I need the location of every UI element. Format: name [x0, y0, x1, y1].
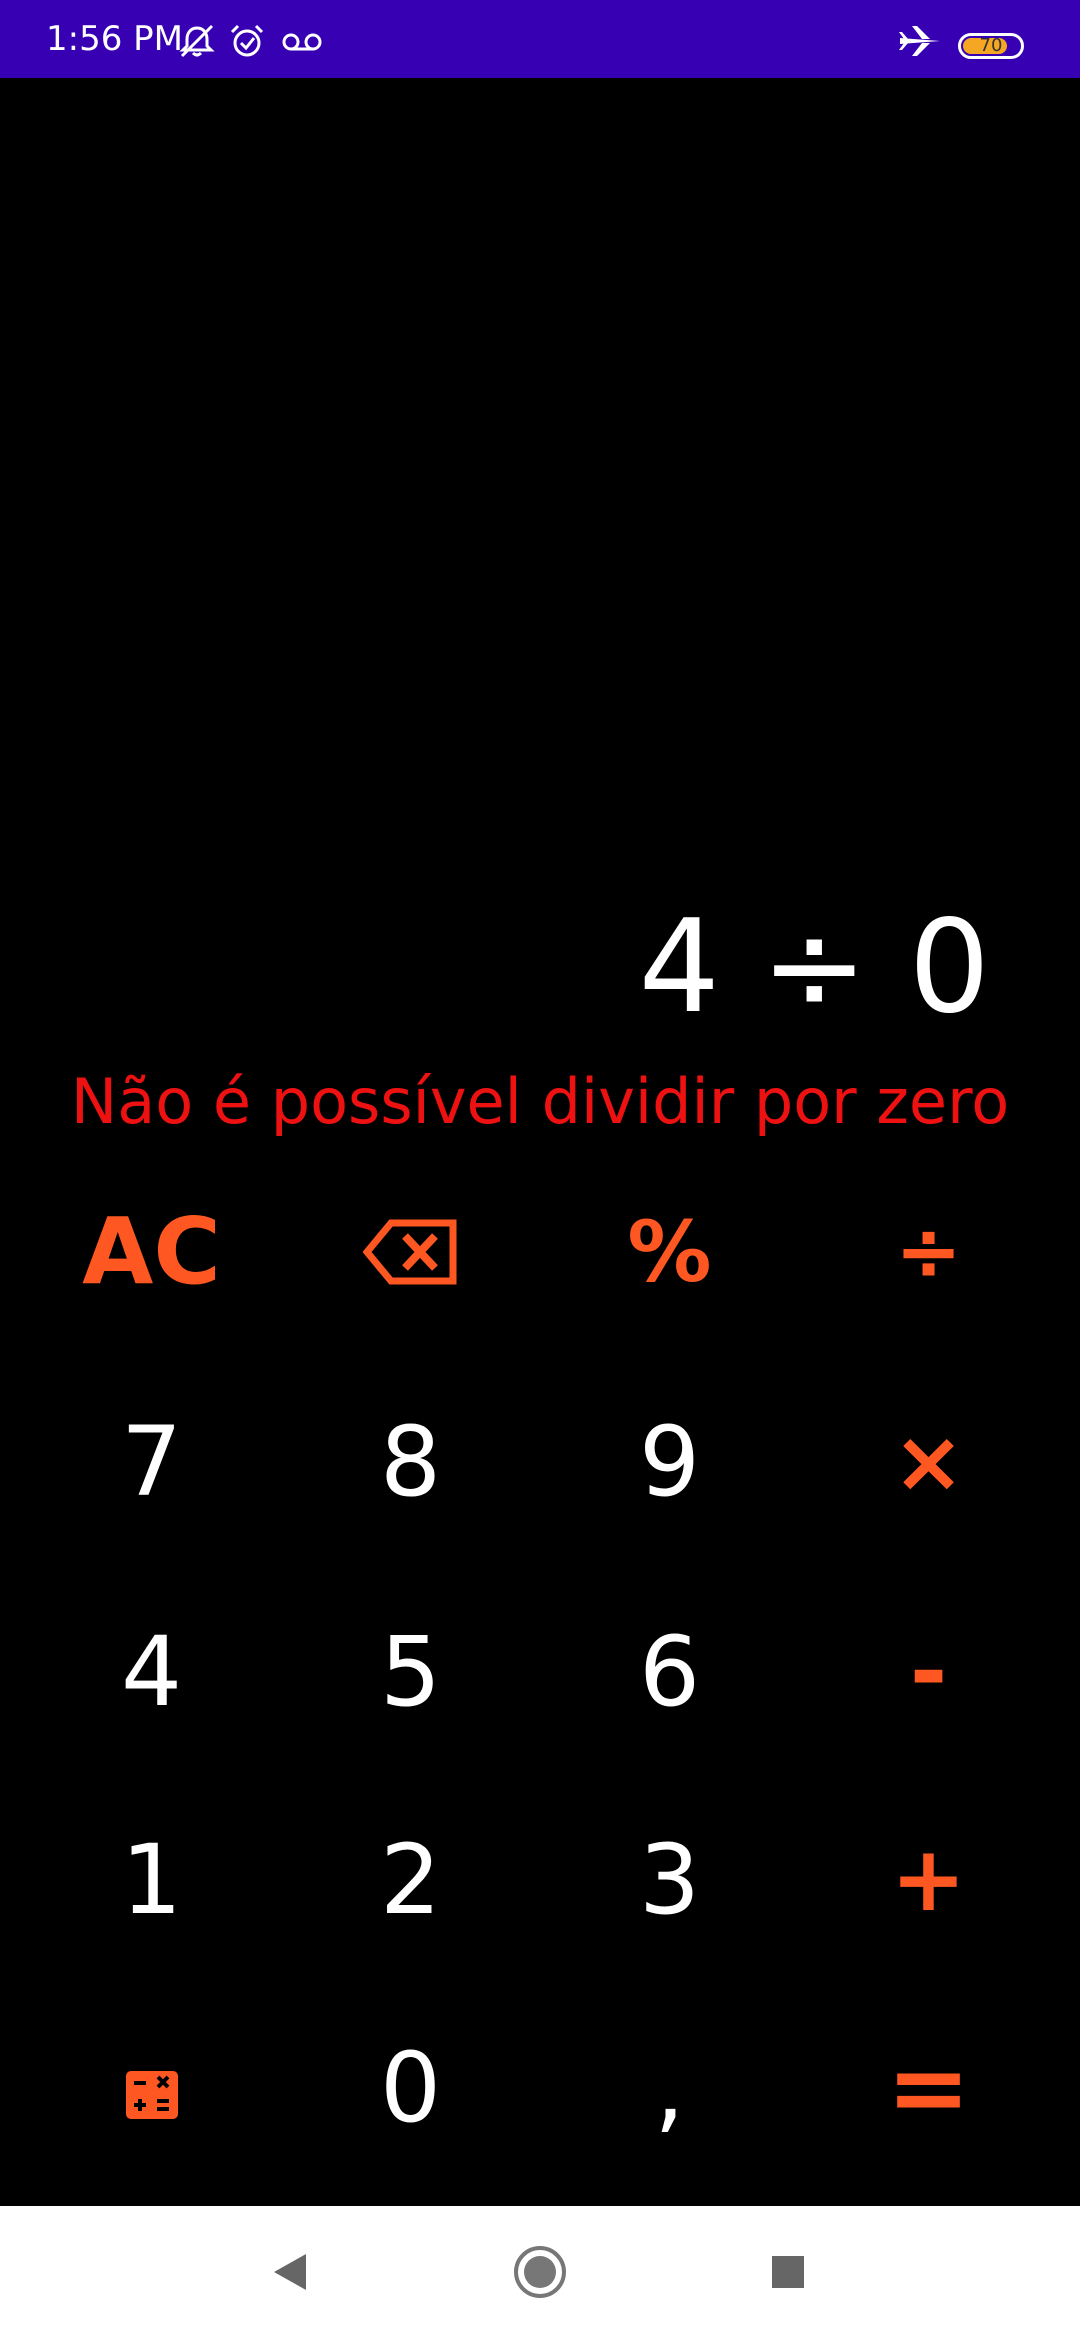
digit-7-label: 7 — [120, 1406, 183, 1518]
digit-9-button[interactable]: 9 — [540, 1362, 799, 1562]
digit-4-label: 4 — [120, 1616, 183, 1728]
equals-label: = — [886, 2029, 971, 2146]
multiply-label: × — [892, 1412, 965, 1512]
plus-button[interactable]: + — [799, 1780, 1058, 1980]
digit-2-button[interactable]: 2 — [281, 1780, 540, 1980]
plus-label: + — [890, 1827, 967, 1932]
back-button[interactable] — [250, 2234, 330, 2314]
digit-1-label: 1 — [120, 1824, 183, 1936]
equals-button[interactable]: = — [799, 1988, 1058, 2188]
battery-icon: 70 — [958, 33, 1024, 59]
minus-button[interactable]: - — [799, 1572, 1058, 1772]
digit-2-label: 2 — [379, 1824, 442, 1936]
error-message: Não é possível dividir por zero — [70, 1065, 1010, 1138]
digit-5-label: 5 — [379, 1616, 442, 1728]
digit-8-label: 8 — [379, 1406, 442, 1518]
digit-1-button[interactable]: 1 — [22, 1780, 281, 1980]
digit-9-label: 9 — [638, 1406, 701, 1518]
digit-8-button[interactable]: 8 — [281, 1362, 540, 1562]
multiply-button[interactable]: × — [799, 1362, 1058, 1562]
home-button[interactable] — [500, 2234, 580, 2314]
percent-button[interactable]: % — [540, 1152, 799, 1352]
back-icon — [270, 2250, 310, 2298]
ac-button[interactable]: AC — [22, 1152, 281, 1352]
percent-label: % — [627, 1203, 712, 1301]
divide-button[interactable]: ÷ — [799, 1152, 1058, 1352]
navigation-bar — [0, 2206, 1080, 2340]
digit-6-button[interactable]: 6 — [540, 1572, 799, 1772]
alarm-icon — [228, 24, 266, 58]
airplane-icon — [896, 24, 942, 58]
recents-icon — [768, 2252, 808, 2296]
digit-6-label: 6 — [638, 1616, 701, 1728]
digit-3-label: 3 — [638, 1824, 701, 1936]
recents-button[interactable] — [748, 2234, 828, 2314]
status-bar: 1:56 PM 70 — [0, 0, 1080, 78]
digit-7-button[interactable]: 7 — [22, 1362, 281, 1562]
digit-0-label: 0 — [379, 2032, 442, 2144]
voicemail-icon — [280, 24, 324, 58]
backspace-button[interactable] — [281, 1152, 540, 1352]
divide-label: ÷ — [894, 1205, 963, 1298]
bell-off-icon — [178, 24, 216, 58]
battery-level: 70 — [979, 35, 1003, 56]
comma-label: , — [654, 2032, 685, 2144]
calculator-icon — [124, 2032, 180, 2144]
status-time: 1:56 PM — [46, 19, 183, 59]
digit-3-button[interactable]: 3 — [540, 1780, 799, 1980]
home-icon — [512, 2244, 568, 2304]
digit-0-button[interactable]: 0 — [281, 1988, 540, 2188]
ac-label: AC — [82, 1198, 221, 1305]
calculator-mode-button[interactable] — [22, 1988, 281, 2188]
digit-4-button[interactable]: 4 — [22, 1572, 281, 1772]
minus-label: - — [909, 1619, 948, 1724]
comma-button[interactable]: , — [540, 1988, 799, 2188]
backspace-icon — [361, 1196, 459, 1308]
digit-5-button[interactable]: 5 — [281, 1572, 540, 1772]
expression-display: 4 ÷ 0 — [638, 893, 991, 1042]
